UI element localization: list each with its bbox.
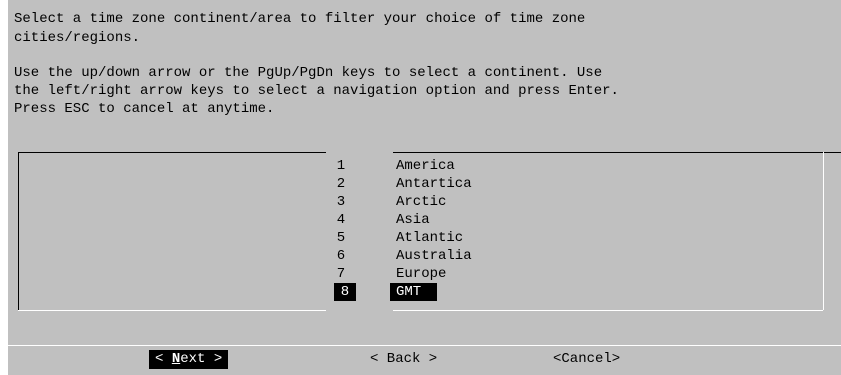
instruction-line-4: the left/right arrow keys to select a na… [14,83,619,99]
continent-item-europe[interactable]: 7 Europe [330,265,810,283]
continent-item-australia[interactable]: 6 Australia [330,247,810,265]
continent-item-number: 5 [336,230,346,246]
continent-item-label: Arctic [396,194,447,210]
continent-item-number: 6 [336,248,346,264]
continent-item-atlantic[interactable]: 5 Atlantic [330,229,810,247]
next-button-prefix: < [155,351,172,367]
continent-item-number: 7 [336,266,346,282]
continent-item-label: Atlantic [396,230,464,246]
back-button[interactable]: < Back > [370,350,437,369]
next-button-rest: ext > [180,351,223,367]
continent-item-label: America [396,158,455,174]
continent-item-number: 3 [336,194,346,210]
button-separator [8,345,841,346]
continent-item-number: 8 [334,283,356,301]
next-button[interactable]: < Next > [149,350,229,369]
instruction-line-5: Press ESC to cancel at anytime. [14,101,275,117]
continent-item-arctic[interactable]: 3 Arctic [330,193,810,211]
continent-item-number: 2 [336,176,346,192]
continent-item-label: Asia [396,212,430,228]
button-bar: < Next > < Back > <Cancel> [0,350,841,370]
instruction-line-2: cities/regions. [14,30,141,46]
continent-item-asia[interactable]: 4 Asia [330,211,810,229]
continent-item-label: Europe [396,266,447,282]
continent-item-label: Australia [396,248,472,264]
instruction-line-1: Select a time zone continent/area to fil… [14,11,586,27]
continent-item-label: Antartica [396,176,472,192]
continent-item-gmt[interactable]: 8 GMT [330,283,810,301]
continent-item-label: GMT [390,283,438,301]
next-button-hotkey: N [171,351,181,367]
continent-item-number: 4 [336,212,346,228]
continent-item-number: 1 [336,158,346,174]
continent-item-america[interactable]: 1 America [330,157,810,175]
continent-item-antartica[interactable]: 2 Antartica [330,175,810,193]
cancel-button[interactable]: <Cancel> [553,350,620,369]
instruction-line-3: Use the up/down arrow or the PgUp/PgDn k… [14,65,603,81]
continent-list: 1 America 2 Antartica 3 Arctic 4 Asia 5 Atlantic 6… [330,157,810,301]
